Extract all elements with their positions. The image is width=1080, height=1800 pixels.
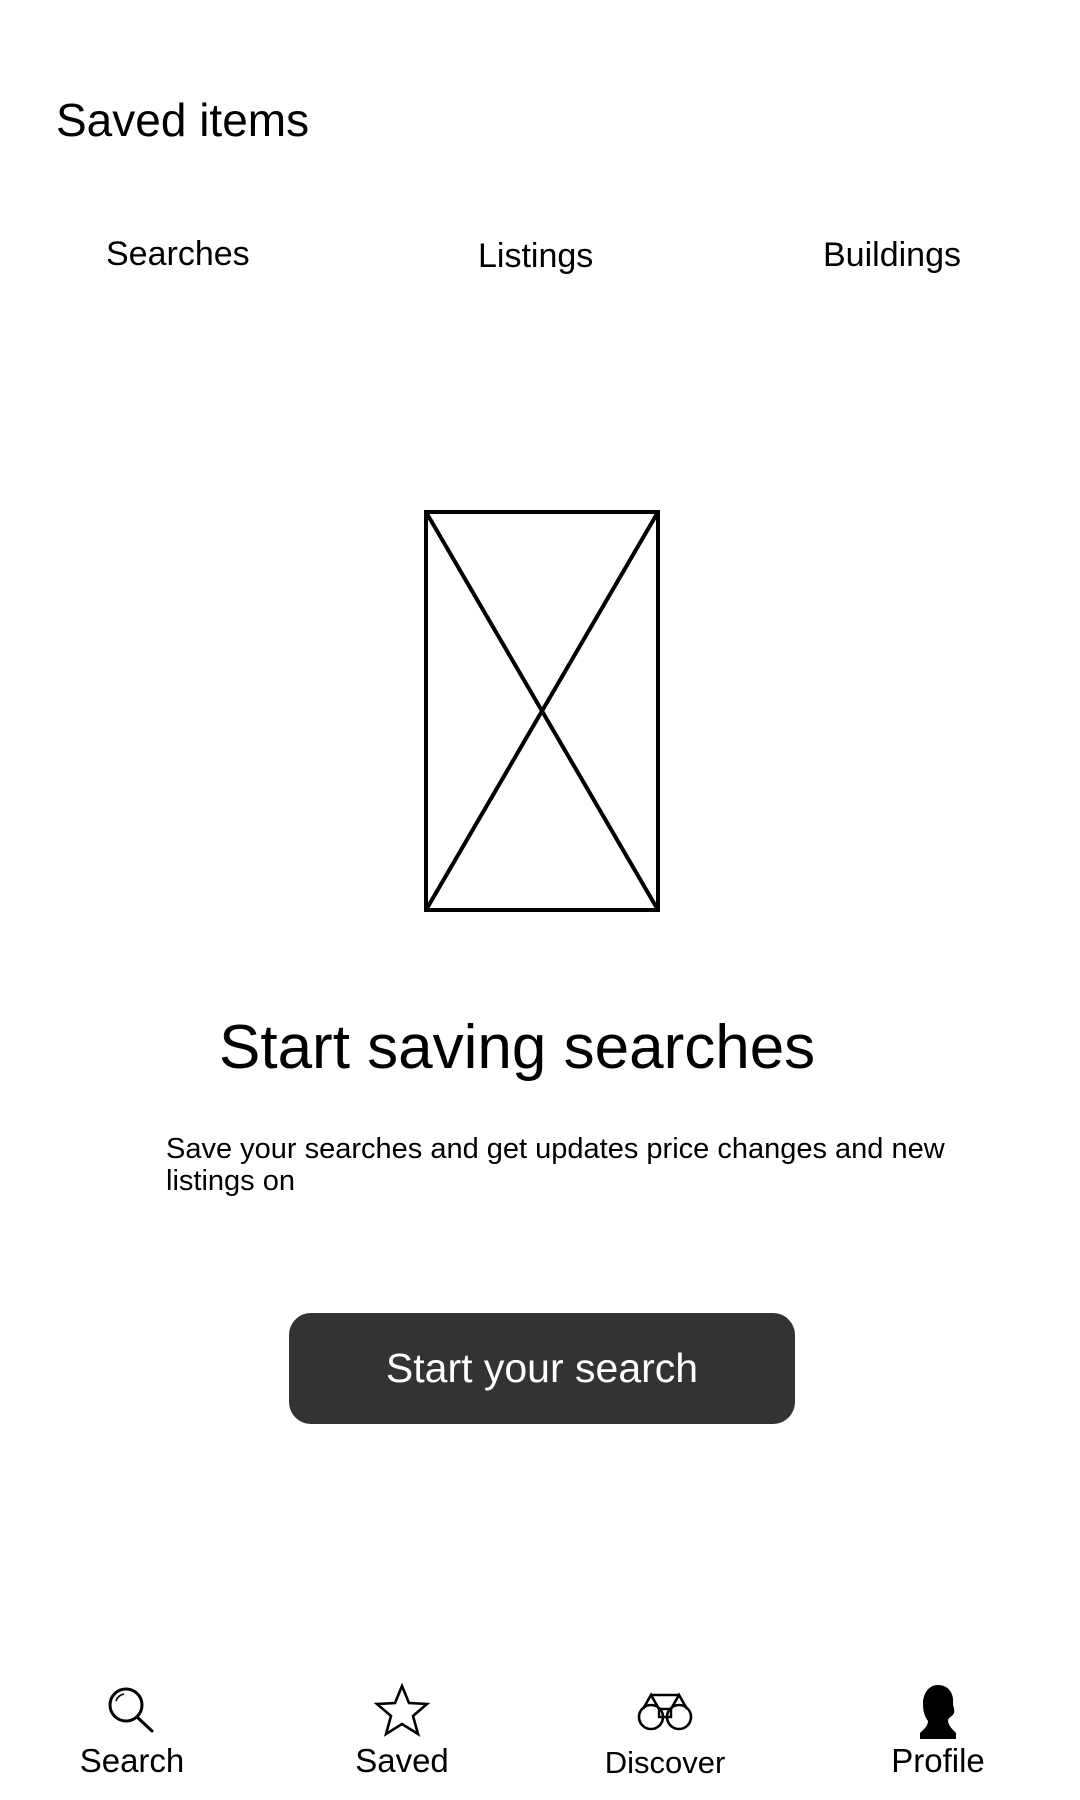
start-search-button[interactable]: Start your search [289,1313,795,1424]
tab-searches[interactable]: Searches [106,228,250,280]
search-icon [102,1683,162,1739]
page-title: Saved items [56,94,310,146]
empty-state-title: Start saving searches [219,1013,816,1082]
profile-icon [908,1683,968,1739]
binoculars-icon [635,1683,695,1739]
image-placeholder-icon [424,510,660,912]
tab-buildings[interactable]: Buildings [823,229,961,281]
nav-item-search[interactable]: Search [52,1676,212,1800]
nav-item-discover[interactable]: Discover [585,1676,745,1800]
nav-item-saved[interactable]: Saved [322,1676,482,1800]
empty-state-description: Save your searches and get updates price… [166,1133,945,1197]
nav-label-profile: Profile [891,1742,985,1779]
nav-item-profile[interactable]: Profile [858,1676,1018,1800]
bottom-nav: Search Saved Discover Profile [0,1676,1080,1800]
nav-label-saved: Saved [355,1742,449,1779]
nav-label-discover: Discover [604,1745,726,1780]
nav-label-search: Search [79,1742,185,1779]
saved-tabs: Searches Listings Buildings [0,228,1080,280]
tab-listings[interactable]: Listings [478,230,593,282]
star-icon [372,1683,432,1739]
